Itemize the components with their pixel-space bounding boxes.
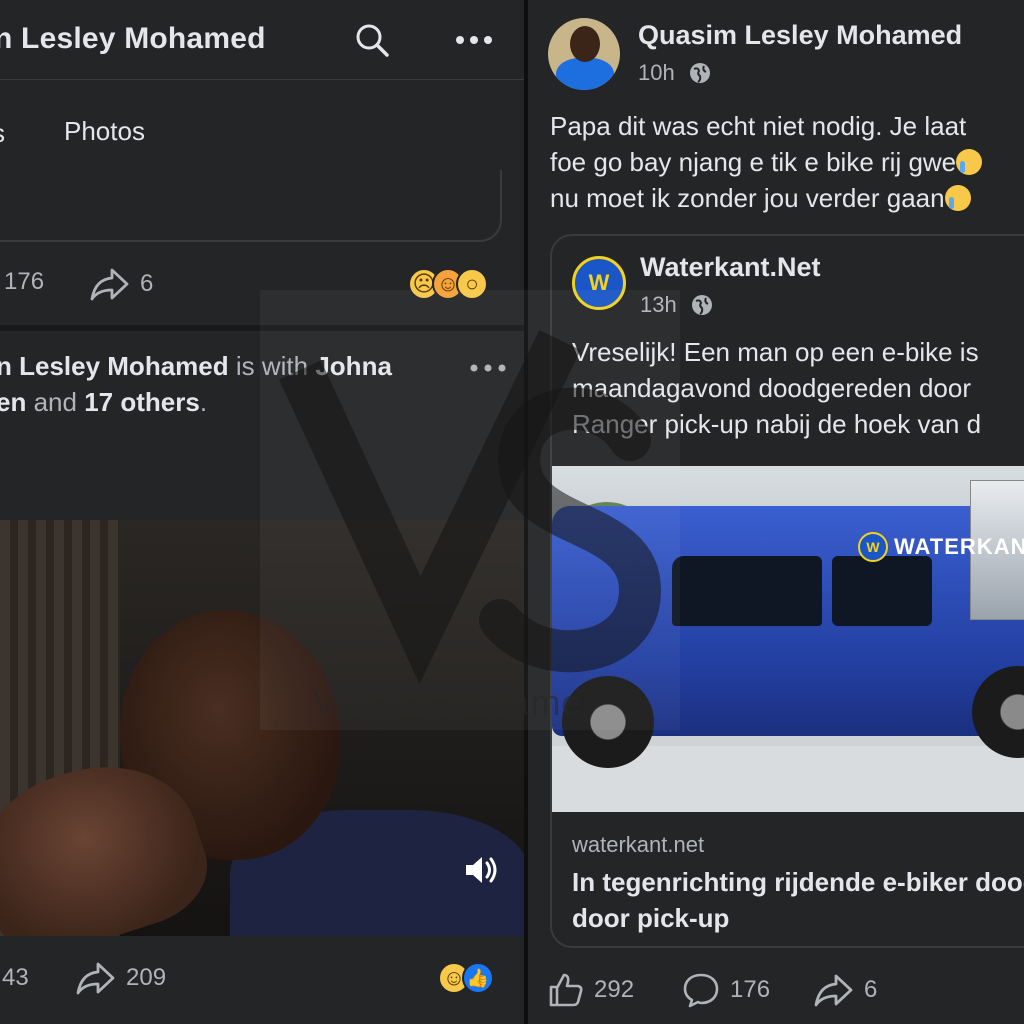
search-icon[interactable] bbox=[354, 22, 390, 58]
comment-count-value: 176 bbox=[4, 268, 45, 295]
tagged-others[interactable]: 17 others bbox=[84, 387, 200, 417]
share-icon bbox=[814, 972, 854, 1008]
tab-partial[interactable]: s bbox=[0, 118, 5, 149]
like-count[interactable]: 43 bbox=[2, 964, 29, 992]
like-count: 292 bbox=[594, 976, 635, 1003]
tagged-person-cont[interactable]: en bbox=[0, 387, 26, 417]
link-preview-image[interactable]: W WATERKANT bbox=[552, 466, 1024, 812]
wow-reaction-icon: ○ bbox=[456, 268, 488, 300]
waterkant-mark-icon: W bbox=[858, 532, 888, 562]
left-panel: n Lesley Mohamed s Photos 176 6 ☹ ☺ ○ n … bbox=[0, 0, 524, 1024]
post-time[interactable]: 10h bbox=[638, 60, 675, 86]
share-count: 6 bbox=[140, 270, 154, 297]
post-author-line: n Lesley Mohamed is with Johna en and 17… bbox=[0, 348, 466, 420]
comment-icon bbox=[682, 972, 720, 1008]
globe-icon bbox=[691, 294, 713, 316]
post-separator bbox=[0, 325, 524, 331]
comment-count: 176 bbox=[730, 976, 771, 1003]
share-button[interactable]: 209 bbox=[76, 960, 166, 996]
with-text: is with bbox=[235, 351, 309, 381]
post-video[interactable] bbox=[0, 520, 524, 936]
like-reaction-icon: 👍 bbox=[462, 962, 494, 994]
like-button[interactable]: 292 bbox=[548, 972, 634, 1008]
and-text: and bbox=[33, 387, 77, 417]
post-text-line2: foe go bay njang e tik e bike rij gwe bbox=[550, 147, 957, 177]
profile-name[interactable]: n Lesley Mohamed bbox=[0, 22, 266, 56]
post-text-line1: Papa dit was echt niet nodig. Je laat bbox=[550, 111, 967, 141]
comment-count[interactable]: 176 bbox=[4, 268, 44, 296]
crying-emoji-icon bbox=[944, 185, 971, 211]
link-domain[interactable]: waterkant.net bbox=[572, 832, 704, 858]
photo-wheel bbox=[562, 676, 654, 768]
avatar[interactable] bbox=[548, 18, 620, 90]
photo-watermark: W WATERKANT bbox=[858, 532, 1024, 562]
post-author[interactable]: Quasim Lesley Mohamed bbox=[638, 20, 962, 51]
post-actions-bar: 292 176 6 bbox=[528, 960, 1024, 1020]
speaker-icon[interactable] bbox=[462, 850, 502, 890]
comment-button[interactable]: 176 bbox=[682, 972, 770, 1008]
link-title[interactable]: In tegenrichting rijdende e-biker dood d… bbox=[572, 864, 1024, 936]
like-icon bbox=[548, 972, 584, 1008]
share-icon bbox=[90, 266, 130, 302]
waterkant-logo[interactable]: W bbox=[572, 256, 626, 310]
crying-emoji-icon bbox=[956, 149, 983, 175]
shared-page-name[interactable]: Waterkant.Net bbox=[640, 252, 821, 283]
shared-post-meta: 13h bbox=[640, 292, 713, 318]
post-author[interactable]: n Lesley Mohamed bbox=[0, 351, 229, 381]
post-more-icon[interactable] bbox=[468, 356, 508, 380]
share-icon bbox=[76, 960, 116, 996]
video-actions-bar: 43 209 ☺ 👍 bbox=[0, 944, 524, 1014]
photo-watermark-text: WATERKANT bbox=[894, 534, 1024, 559]
right-panel: Quasim Lesley Mohamed 10h Papa dit was e… bbox=[528, 0, 1024, 1024]
period: . bbox=[199, 387, 208, 417]
like-count-value: 43 bbox=[2, 964, 29, 991]
share-button[interactable]: 6 bbox=[90, 266, 153, 302]
post-actions-bar: 176 6 ☹ ☺ ○ bbox=[0, 254, 524, 318]
post-meta: 10h bbox=[638, 60, 711, 86]
shared-post-time[interactable]: 13h bbox=[640, 292, 677, 318]
post-text-line3: nu moet ik zonder jou verder gaan bbox=[550, 183, 945, 213]
shared-post-card[interactable]: W Waterkant.Net 13h Vreselijk! Een man o… bbox=[550, 234, 1024, 948]
tagged-person[interactable]: Johna bbox=[315, 351, 392, 381]
post-text: Papa dit was echt niet nodig. Je laat fo… bbox=[550, 108, 1024, 216]
share-count: 6 bbox=[864, 976, 878, 1003]
reaction-summary[interactable]: ☺ 👍 bbox=[438, 962, 494, 994]
tab-photos[interactable]: Photos bbox=[64, 116, 145, 147]
shared-post-text: Vreselijk! Een man op een e-bike is maan… bbox=[572, 337, 982, 439]
previous-post-card bbox=[0, 170, 502, 242]
profile-header: n Lesley Mohamed bbox=[0, 0, 524, 80]
reaction-summary[interactable]: ☹ ☺ ○ bbox=[408, 268, 488, 300]
globe-icon bbox=[689, 62, 711, 84]
more-icon[interactable] bbox=[452, 22, 496, 58]
share-button[interactable]: 6 bbox=[814, 972, 877, 1008]
share-count: 209 bbox=[126, 964, 167, 991]
